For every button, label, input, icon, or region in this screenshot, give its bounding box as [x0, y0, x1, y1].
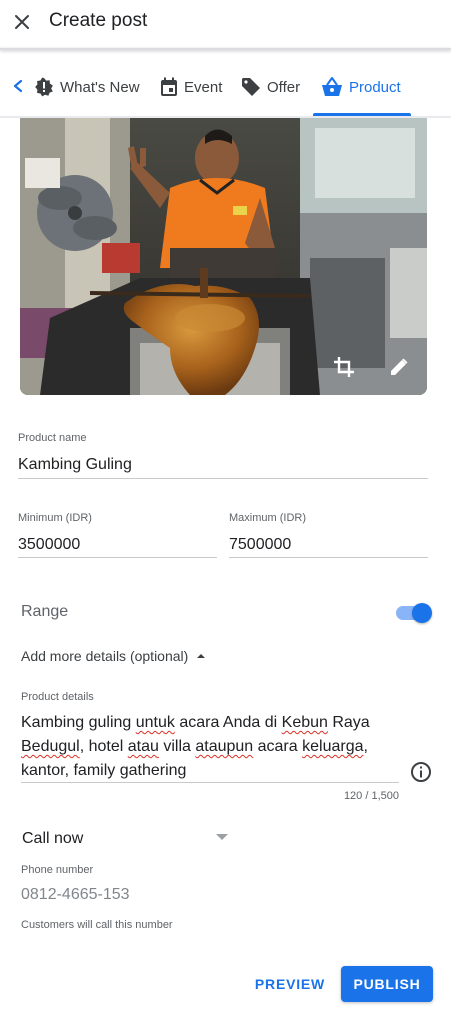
details-text-part: , hotel: [79, 738, 128, 755]
crop-button[interactable]: [329, 352, 359, 382]
whats-new-icon: [35, 77, 53, 97]
details-text-misspelled: untuk: [135, 714, 175, 731]
tab-label: Event: [184, 78, 223, 96]
close-icon: [15, 15, 29, 29]
range-label: Range: [21, 603, 69, 620]
tab-label: Product: [349, 78, 401, 96]
tab-offer[interactable]: Offer: [241, 72, 300, 102]
top-app-bar: Create post: [0, 0, 451, 48]
tab-label: What's New: [60, 78, 140, 96]
shopping-basket-icon: [322, 77, 342, 96]
tab-product[interactable]: Product: [321, 72, 401, 102]
product-photo-image: [20, 118, 427, 395]
range-toggle[interactable]: [396, 603, 434, 623]
range-toggle-knob: [412, 603, 432, 623]
product-name-underline: [18, 478, 428, 479]
phone-helper-text: Customers will call this number: [21, 919, 173, 931]
more-details-toggle[interactable]: Add more details (optional): [21, 648, 206, 664]
maximum-price-input[interactable]: 7500000: [229, 536, 291, 554]
product-details-underline: [21, 782, 399, 783]
product-details-textarea[interactable]: Kambing guling untuk acara Anda di Kebun…: [21, 711, 401, 783]
details-text-misspelled: ataupun: [195, 738, 254, 755]
pencil-icon: [391, 358, 408, 375]
tab-whats-new[interactable]: What's New: [34, 72, 140, 102]
chevron-left-icon: [13, 79, 23, 93]
crop-icon: [334, 357, 354, 377]
details-text-misspelled: Kebun: [281, 714, 328, 731]
maximum-price-label: Maximum (IDR): [229, 512, 306, 524]
tab-label: Offer: [267, 78, 301, 96]
product-name-label: Product name: [18, 432, 87, 444]
header-divider: [0, 48, 451, 50]
page-title: Create post: [49, 10, 148, 31]
tabs-scroll-left-button[interactable]: [8, 76, 28, 96]
product-details-label: Product details: [21, 691, 94, 703]
call-to-action-select[interactable]: Call now: [21, 828, 231, 852]
more-details-label: Add more details (optional): [21, 648, 189, 664]
call-to-action-value: Call now: [22, 830, 84, 847]
details-text-part: acara: [253, 738, 303, 755]
details-text-misspelled: atau: [127, 738, 159, 755]
calendar-icon: [161, 77, 177, 96]
details-text-misspelled: keluarga: [302, 738, 364, 755]
details-text-part: acara Anda di: [174, 714, 282, 731]
phone-number-value: 0812-4665-153: [21, 886, 130, 903]
details-text-part: villa: [158, 738, 196, 755]
phone-number-label: Phone number: [21, 864, 94, 876]
publish-button[interactable]: PUBLISH: [341, 966, 433, 1002]
character-counter: 120 / 1,500: [343, 790, 399, 802]
product-name-input[interactable]: Kambing Guling: [18, 456, 132, 474]
minimum-price-label: Minimum (IDR): [18, 512, 92, 524]
product-photo[interactable]: [20, 118, 427, 395]
minimum-price-underline: [18, 557, 217, 558]
tag-icon: [242, 78, 260, 96]
edit-photo-button[interactable]: [384, 352, 414, 382]
caret-up-icon: [197, 654, 206, 658]
post-type-tabs: What's New Event Offer Product: [0, 60, 451, 116]
tab-event[interactable]: Event: [160, 72, 222, 102]
close-button[interactable]: [10, 10, 34, 34]
details-text-misspelled: Bedugul: [21, 738, 80, 755]
info-icon[interactable]: [410, 761, 432, 783]
details-text-part: Kambing guling: [21, 714, 136, 731]
dropdown-caret-icon: [216, 834, 228, 840]
minimum-price-input[interactable]: 3500000: [18, 536, 80, 554]
preview-button[interactable]: PREVIEW: [252, 966, 328, 1002]
details-text-part: Raya: [327, 714, 370, 731]
maximum-price-underline: [229, 557, 428, 558]
